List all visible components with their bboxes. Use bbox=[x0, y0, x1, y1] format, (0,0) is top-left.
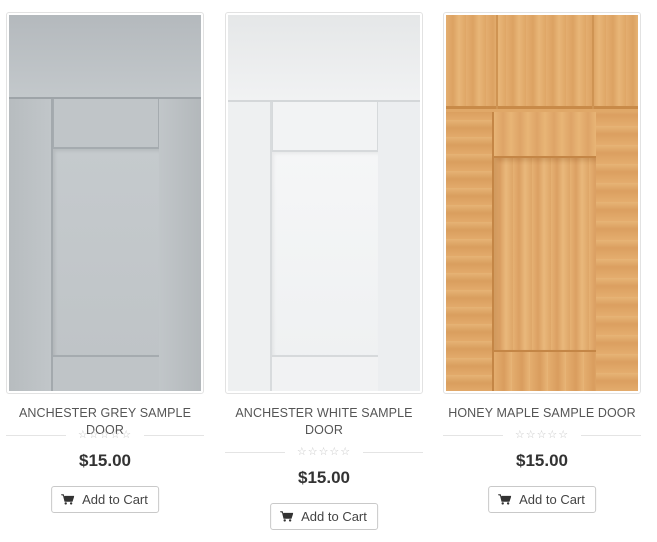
door-top-rail bbox=[53, 99, 159, 149]
shopping-cart-icon bbox=[61, 494, 75, 505]
divider bbox=[144, 435, 204, 436]
door-left-stile bbox=[228, 102, 272, 391]
product-image-frame[interactable] bbox=[443, 12, 641, 394]
door-seam bbox=[592, 15, 594, 109]
add-to-cart-label: Add to Cart bbox=[301, 509, 367, 524]
door-left-stile bbox=[9, 99, 53, 391]
divider bbox=[363, 452, 423, 453]
rating-row: ☆☆☆☆☆ bbox=[225, 446, 423, 458]
door-top-panel bbox=[9, 15, 201, 99]
add-to-cart-label: Add to Cart bbox=[519, 492, 585, 507]
door-right-stile bbox=[157, 99, 201, 391]
rating-row: ☆☆☆☆☆ bbox=[443, 429, 641, 441]
shopping-cart-icon bbox=[280, 511, 294, 522]
add-to-cart-button[interactable]: Add to Cart bbox=[488, 486, 596, 513]
door-seam bbox=[496, 15, 498, 109]
product-price: $15.00 bbox=[516, 451, 568, 470]
product-image-white-door[interactable] bbox=[228, 15, 420, 391]
add-to-cart-button[interactable]: Add to Cart bbox=[270, 503, 378, 530]
door-top-panel bbox=[228, 15, 420, 102]
product-image-frame[interactable] bbox=[6, 12, 204, 394]
add-to-cart-button[interactable]: Add to Cart bbox=[51, 486, 159, 513]
door-right-stile bbox=[592, 112, 638, 391]
door-center-panel bbox=[272, 152, 378, 355]
door-center-panel bbox=[494, 158, 596, 350]
product-image-frame[interactable] bbox=[225, 12, 423, 394]
rating-row: ☆☆☆☆☆ bbox=[6, 429, 204, 441]
door-top-panel bbox=[446, 15, 638, 109]
door-center-panel bbox=[53, 149, 159, 355]
shopping-cart-icon bbox=[498, 494, 512, 505]
divider bbox=[581, 435, 641, 436]
door-bottom-rail bbox=[53, 355, 159, 391]
product-image-maple-door[interactable] bbox=[446, 15, 638, 391]
door-top-rail bbox=[494, 112, 596, 158]
product-name[interactable]: ANCHESTER WHITE SAMPLE DOOR bbox=[233, 405, 415, 439]
door-right-stile bbox=[376, 102, 420, 391]
door-top-rail bbox=[272, 102, 378, 152]
add-to-cart-label: Add to Cart bbox=[82, 492, 148, 507]
product-image-grey-door[interactable] bbox=[9, 15, 201, 391]
door-bottom-rail bbox=[272, 355, 378, 391]
product-price: $15.00 bbox=[79, 451, 131, 470]
door-bottom-rail bbox=[494, 350, 596, 391]
product-price: $15.00 bbox=[298, 468, 350, 487]
door-left-stile bbox=[446, 112, 494, 391]
product-name[interactable]: HONEY MAPLE SAMPLE DOOR bbox=[443, 405, 641, 422]
